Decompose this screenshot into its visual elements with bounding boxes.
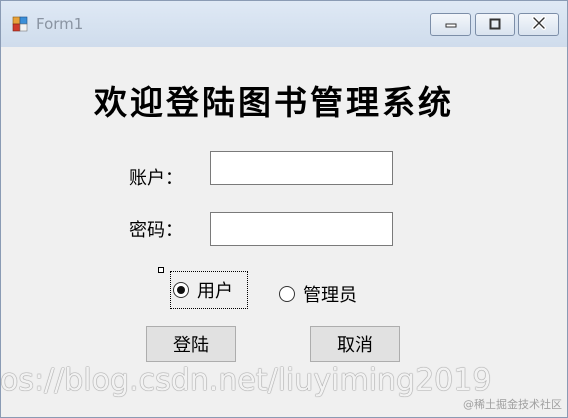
focus-handle	[158, 267, 164, 273]
minimize-icon	[444, 15, 458, 34]
close-icon	[531, 15, 547, 34]
password-label: 密码：	[129, 220, 183, 241]
form-app-icon[interactable]	[12, 16, 28, 32]
account-input[interactable]	[210, 151, 393, 185]
page-title: 欢迎登陆图书管理系统	[94, 83, 454, 122]
window-title: Form1	[36, 15, 84, 33]
form-window: Form1	[0, 0, 568, 418]
cancel-button[interactable]: 取消	[310, 326, 400, 362]
login-button[interactable]: 登陆	[146, 326, 236, 362]
maximize-icon	[488, 15, 502, 34]
account-label: 账户：	[129, 168, 183, 189]
admin-radio-unchecked-icon[interactable]	[279, 286, 295, 302]
admin-radio-label: 管理员	[303, 285, 357, 306]
password-input[interactable]	[210, 212, 393, 246]
url-watermark: os://blog.csdn.net/liuyiming2019	[0, 363, 492, 398]
close-button[interactable]	[518, 13, 559, 36]
minimize-button[interactable]	[430, 13, 471, 36]
site-watermark: @稀土掘金技术社区	[463, 398, 562, 411]
user-radio-checked-icon[interactable]	[173, 282, 189, 298]
admin-radio-option[interactable]: 管理员	[279, 281, 357, 307]
maximize-button[interactable]	[475, 13, 515, 36]
user-radio-label: 用户	[197, 281, 233, 302]
title-bar[interactable]: Form1	[1, 1, 567, 47]
user-radio-option[interactable]: 用户	[170, 271, 248, 309]
